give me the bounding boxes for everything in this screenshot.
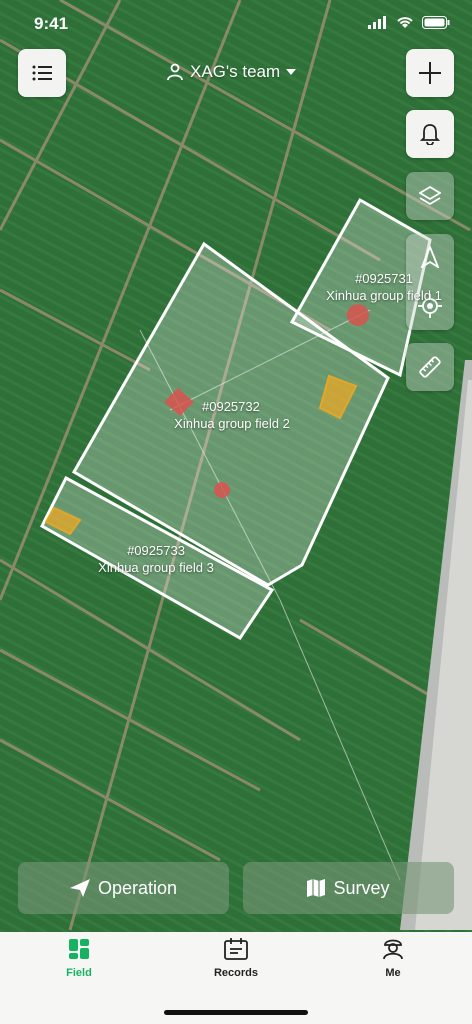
tab-label: Records xyxy=(213,967,259,979)
signal-icon xyxy=(368,16,386,29)
bell-icon xyxy=(420,124,440,145)
field-name: Xinhua group field 1 xyxy=(326,288,442,303)
tab-label: Me xyxy=(385,967,401,979)
layers-icon xyxy=(419,185,441,206)
caret-down-icon xyxy=(286,69,297,75)
ruler-icon xyxy=(419,356,441,378)
field-name: Xinhua group field 3 xyxy=(98,560,214,575)
send-icon xyxy=(69,879,90,897)
team-name: XAG's team xyxy=(190,62,281,81)
field-id: #0925733 xyxy=(127,543,185,558)
status-time: 9:41 xyxy=(34,14,69,33)
notifications-button[interactable] xyxy=(406,110,454,158)
battery-icon xyxy=(422,16,450,29)
tab-records[interactable]: Records xyxy=(186,938,286,979)
person-icon xyxy=(167,63,183,81)
status-bar: 9:41 xyxy=(0,0,472,48)
field-label-1[interactable]: #0925731 Xinhua group field 1 xyxy=(304,270,464,304)
list-icon xyxy=(32,65,52,81)
plus-icon xyxy=(419,62,441,84)
team-selector[interactable]: XAG's team xyxy=(166,62,297,82)
field-label-3[interactable]: #0925733 Xinhua group field 3 xyxy=(76,542,236,576)
me-icon xyxy=(383,939,403,960)
navigate-icon[interactable] xyxy=(420,246,440,268)
wifi-icon xyxy=(397,17,413,28)
measure-button[interactable] xyxy=(406,343,454,391)
operation-label: Operation xyxy=(97,877,178,898)
field-id: #0925731 xyxy=(355,271,413,286)
home-indicator xyxy=(164,1010,308,1015)
status-icons xyxy=(368,16,450,29)
tab-field[interactable]: Field xyxy=(29,938,129,979)
field-label-2[interactable]: #0925732 Xinhua group field 2 xyxy=(152,398,312,432)
add-field-button[interactable] xyxy=(406,49,454,97)
operation-button[interactable]: Operation xyxy=(18,862,229,914)
tab-me[interactable]: Me xyxy=(343,938,443,979)
map-icon xyxy=(307,879,326,897)
field-id: #0925732 xyxy=(202,399,260,414)
map-layers-button[interactable] xyxy=(406,172,454,220)
records-icon xyxy=(224,938,248,960)
tab-label: Field xyxy=(66,967,92,979)
field-list-button[interactable] xyxy=(18,49,66,97)
survey-label: Survey xyxy=(333,877,390,898)
survey-button[interactable]: Survey xyxy=(243,862,454,914)
field-name: Xinhua group field 2 xyxy=(174,416,290,431)
field-icon xyxy=(69,939,89,959)
